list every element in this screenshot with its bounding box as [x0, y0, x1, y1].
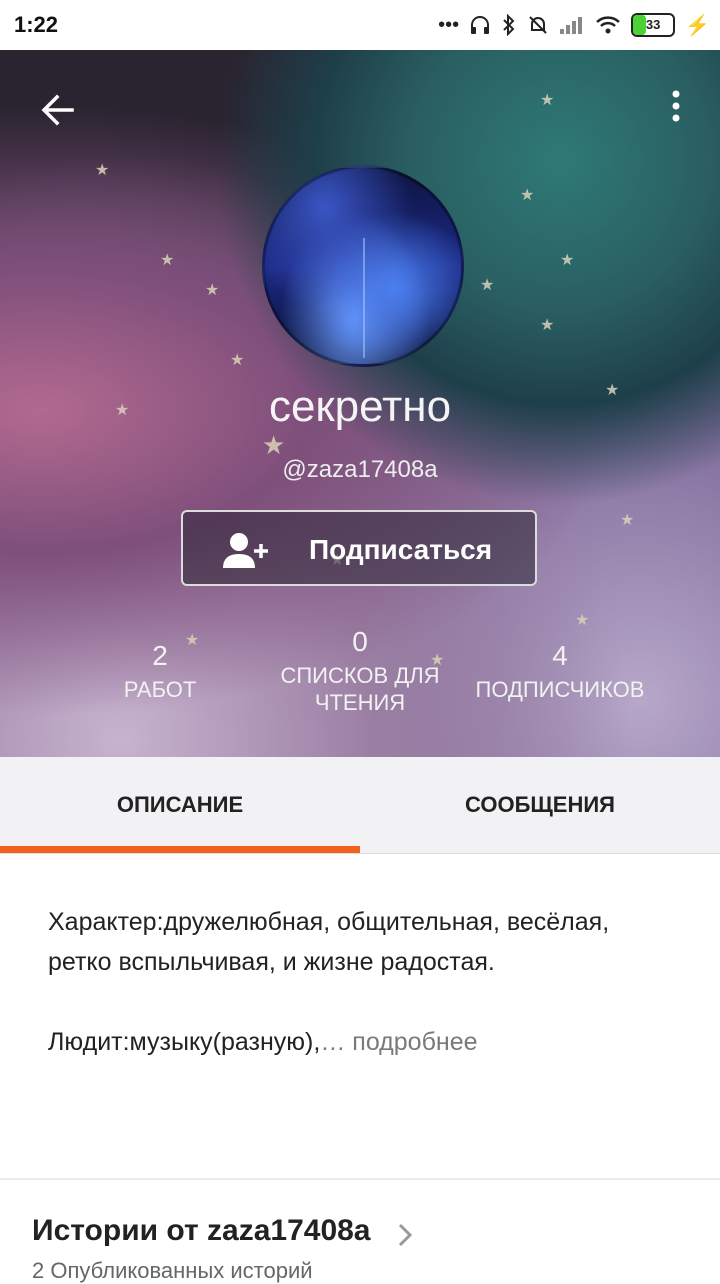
profile-header: ★ ★ ★ ★ ★ ★ ★ ★ ★ ★ ★ ★ ★ ★ ★ ★ ★ секрет…	[0, 50, 720, 757]
add-user-icon	[223, 533, 268, 568]
status-time: 1:22	[14, 12, 59, 37]
description-paragraph: Характер:дружелюбная, общительная, весёл…	[48, 908, 610, 976]
status-icons: ••• 33 ⚡	[438, 10, 710, 40]
stat-reading-lists[interactable]: 0 СПИСКОВ ДЛЯ ЧТЕНИЯ	[260, 626, 460, 716]
stat-followers-value: 4	[552, 640, 568, 671]
charging-icon: ⚡	[685, 14, 710, 37]
stat-works[interactable]: 2 РАБОТ	[60, 640, 260, 703]
back-arrow-icon[interactable]	[38, 90, 78, 130]
tab-messages-label: СООБЩЕНИЯ	[465, 792, 615, 817]
tab-description[interactable]: ОПИСАНИЕ	[0, 757, 360, 853]
avatar	[262, 165, 464, 367]
bluetooth-icon	[503, 14, 515, 36]
stat-followers-label: ПОДПИСЧИКОВ	[475, 677, 645, 702]
profile-tabs: ОПИСАНИЕ СООБЩЕНИЯ	[0, 757, 720, 854]
headphones-icon	[471, 16, 490, 34]
stat-works-value: 2	[152, 640, 168, 671]
description-paragraph-truncated: Людит:музыку(разную),… подробнее	[48, 1028, 478, 1056]
active-tab-indicator	[0, 846, 360, 853]
read-more-link[interactable]: подробнее	[352, 1028, 477, 1056]
stat-reading-lists-label: СПИСКОВ ДЛЯ ЧТЕНИЯ	[280, 663, 440, 715]
description: Характер:дружелюбная, общительная, весёл…	[48, 902, 668, 1062]
muted-bell-icon	[529, 16, 547, 34]
stat-followers[interactable]: 4 ПОДПИСЧИКОВ	[460, 640, 660, 703]
stories-section-title[interactable]: Истории от zaza17408a	[32, 1214, 371, 1248]
status-bar: 1:22 ••• 33 ⚡	[0, 0, 720, 50]
more-vert-icon[interactable]	[668, 88, 684, 128]
wifi-icon	[596, 16, 620, 34]
stat-works-label: РАБОТ	[123, 677, 197, 702]
signal-icon	[560, 17, 583, 34]
divider	[0, 1178, 720, 1180]
profile-handle: @zaza17408a	[282, 456, 438, 483]
follow-button-label: Подписаться	[309, 534, 493, 565]
tab-messages[interactable]: СООБЩЕНИЯ	[360, 757, 720, 853]
stories-count: 2 Опубликованных историй	[32, 1258, 313, 1283]
stat-reading-lists-value: 0	[352, 626, 368, 657]
chevron-right-icon[interactable]	[396, 1222, 414, 1248]
profile-name: секретно	[268, 382, 452, 431]
more-dots-icon: •••	[438, 13, 460, 36]
battery-icon: 33	[631, 13, 676, 37]
tab-description-label: ОПИСАНИЕ	[116, 792, 244, 817]
follow-button[interactable]: Подписаться	[181, 510, 537, 586]
